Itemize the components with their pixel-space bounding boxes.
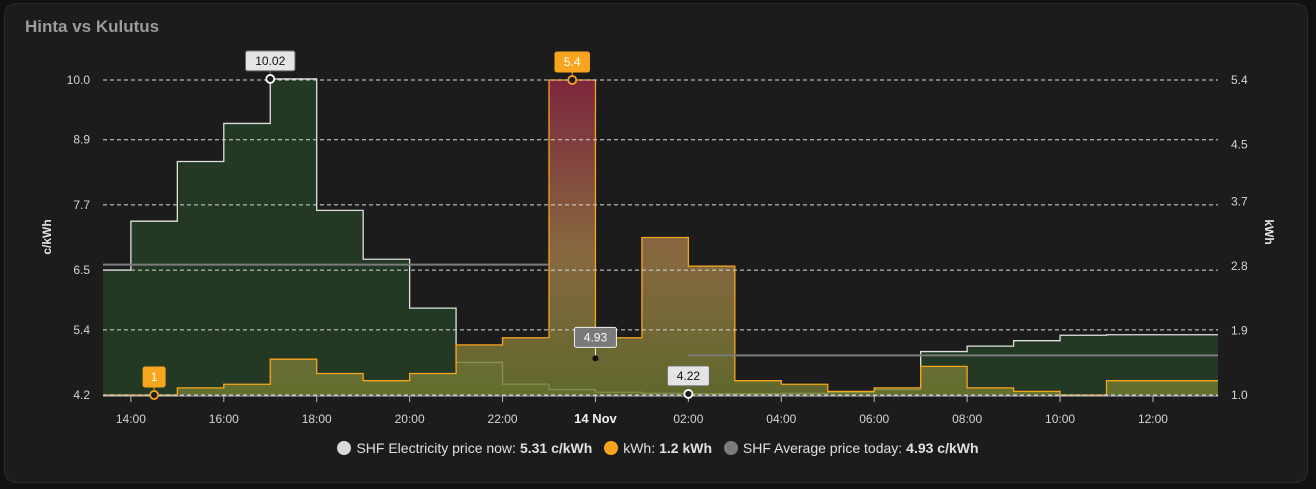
annotation-marker bbox=[683, 389, 694, 399]
x-tick-label: 10:00 bbox=[1045, 412, 1075, 426]
annotation-marker bbox=[149, 390, 160, 400]
x-tick-label: 08:00 bbox=[952, 412, 982, 426]
legend-value-kwh: 1.2 kWh bbox=[659, 440, 712, 456]
legend-label-average: SHF Average price today: bbox=[742, 440, 903, 456]
y-right-axis-title: kWh bbox=[1262, 219, 1276, 244]
legend: SHF Electricity price now: 5.31 c/kWh kW… bbox=[0, 440, 1316, 458]
y-right-tick-label: 3.7 bbox=[1231, 195, 1248, 209]
y-right-tick-label: 1.0 bbox=[1231, 388, 1248, 402]
annotation-label: 10.02 bbox=[255, 54, 285, 68]
legend-label-price: SHF Electricity price now: bbox=[356, 440, 516, 456]
x-tick-label: 14 Nov bbox=[574, 411, 617, 426]
x-tick-label: 18:00 bbox=[302, 412, 332, 426]
annotation-label: 4.93 bbox=[584, 330, 608, 344]
y-right-tick-label: 5.4 bbox=[1231, 73, 1248, 87]
legend-value-price: 5.31 c/kWh bbox=[519, 440, 593, 456]
x-tick-label: 02:00 bbox=[673, 412, 703, 426]
legend-item-price[interactable]: SHF Electricity price now: 5.31 c/kWh bbox=[337, 440, 592, 456]
y-left-axis-title: c/kWh bbox=[40, 219, 54, 254]
chart-svg: 10.0 8.9 7.7 6.5 5.4 4.2 5.4 4.5 3.7 2.8 1.9 1.0 14:… bbox=[40, 50, 1276, 426]
y-left-tick-label: 7.7 bbox=[73, 198, 90, 212]
y-left-tick-label: 4.2 bbox=[73, 388, 90, 402]
y-left-tick-label: 6.5 bbox=[73, 263, 90, 277]
legend-item-average[interactable]: SHF Average price today: 4.93 c/kWh bbox=[723, 440, 979, 456]
legend-value-average: 4.93 c/kWh bbox=[906, 440, 979, 456]
x-tick-label: 14:00 bbox=[116, 412, 146, 426]
annotation-label: 1 bbox=[151, 370, 158, 384]
annotation-marker bbox=[265, 74, 276, 84]
annotation-marker bbox=[567, 75, 578, 85]
y-left-tick-label: 5.4 bbox=[73, 323, 90, 337]
y-right-tick-label: 1.9 bbox=[1231, 324, 1248, 338]
x-tick-label: 16:00 bbox=[209, 412, 239, 426]
annotation-label: 4.22 bbox=[677, 369, 701, 383]
legend-label-kwh: kWh: bbox=[623, 440, 656, 456]
annotation-marker bbox=[592, 355, 599, 362]
legend-item-kwh[interactable]: kWh: 1.2 kWh bbox=[604, 440, 712, 456]
x-tick-label: 12:00 bbox=[1138, 412, 1168, 426]
legend-marker-price bbox=[337, 441, 352, 455]
y-left-tick-label: 8.9 bbox=[73, 133, 90, 147]
legend-marker-kwh bbox=[604, 441, 619, 455]
legend-marker-average bbox=[723, 441, 738, 455]
y-right-tick-label: 2.8 bbox=[1231, 259, 1248, 273]
x-tick-label: 20:00 bbox=[395, 412, 425, 426]
x-tick-label: 04:00 bbox=[766, 412, 796, 426]
x-tick-label: 22:00 bbox=[488, 412, 518, 426]
x-tick-label: 06:00 bbox=[859, 412, 889, 426]
y-left-tick-label: 10.0 bbox=[67, 73, 91, 87]
y-right-tick-label: 4.5 bbox=[1231, 137, 1248, 151]
annotation-label: 5.4 bbox=[564, 55, 581, 69]
